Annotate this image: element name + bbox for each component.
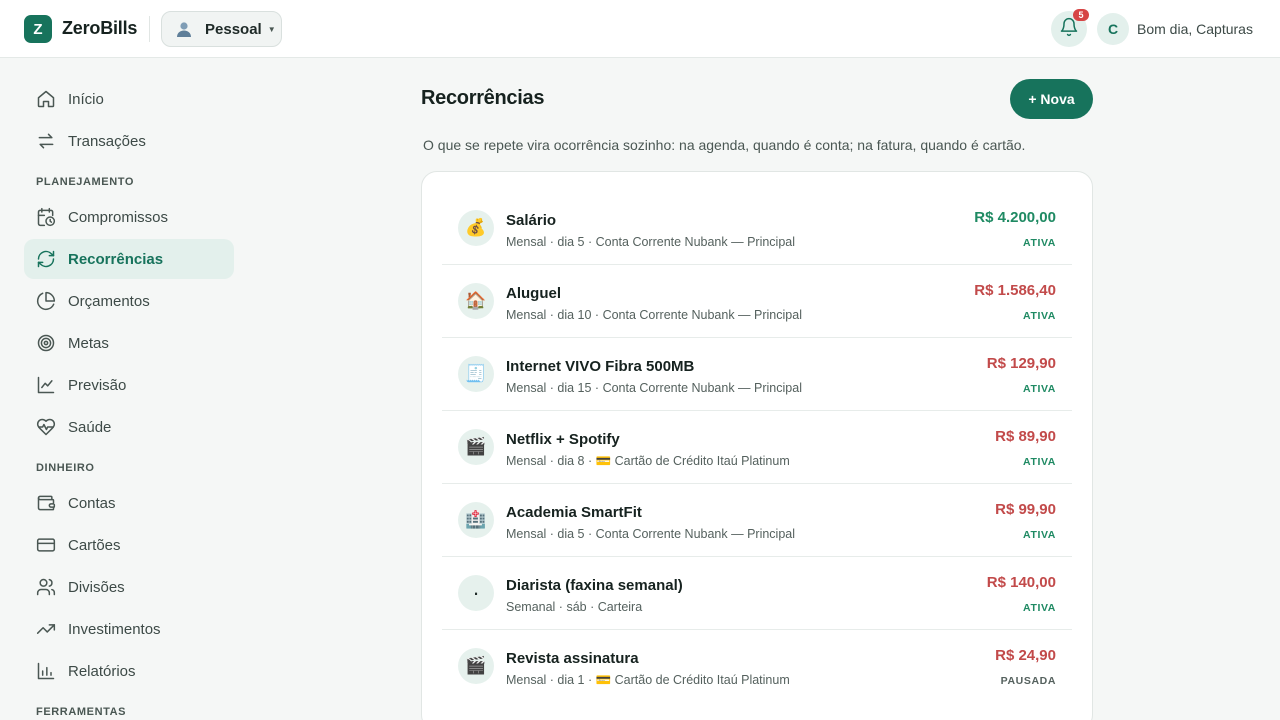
recurrence-name: Academia SmartFit xyxy=(506,504,642,521)
sidebar-item-label: Recorrências xyxy=(68,250,164,268)
sidebar-item-recorrencias[interactable]: Recorrências xyxy=(24,239,234,279)
recurrence-status-badge: ATIVA xyxy=(1023,310,1056,322)
refresh-icon xyxy=(36,249,56,269)
sidebar-item-label: Início xyxy=(68,90,104,108)
sidebar-item-label: Contas xyxy=(68,494,116,512)
new-recurrence-button[interactable]: + Nova xyxy=(1010,79,1093,119)
dot-icon: · xyxy=(458,575,494,611)
sidebar-item-divisoes[interactable]: Divisões xyxy=(24,567,234,607)
recurrence-name: Internet VIVO Fibra 500MB xyxy=(506,358,695,375)
chevron-down-icon: ▼ xyxy=(267,24,276,34)
sidebar-item-cartoes[interactable]: Cartões xyxy=(24,525,234,565)
recurrence-name: Netflix + Spotify xyxy=(506,431,620,448)
sidebar-section-planejamento: PLANEJAMENTO xyxy=(36,176,135,188)
heart-pulse-icon xyxy=(36,417,56,437)
profile-selector[interactable]: Pessoal ▼ xyxy=(161,11,282,47)
trending-up-icon xyxy=(36,619,56,639)
recurrence-amount: R$ 24,90 xyxy=(995,647,1056,664)
sidebar-item-compromissos[interactable]: Compromissos xyxy=(24,197,234,237)
bar-chart-icon xyxy=(36,661,56,681)
recurrence-row[interactable]: 🏥 Academia SmartFit Mensal · dia 5 · Con… xyxy=(442,484,1072,557)
sidebar-item-label: Saúde xyxy=(68,418,112,436)
sidebar-item-metas[interactable]: Metas xyxy=(24,323,234,363)
recurrence-details: Semanal · sáb · Carteira xyxy=(506,600,643,614)
recurrence-status-badge: ATIVA xyxy=(1023,602,1056,614)
sidebar-item-relatorios[interactable]: Relatórios xyxy=(24,651,234,691)
recurrence-details: Mensal · dia 15 · Conta Corrente Nubank … xyxy=(506,381,802,395)
home-icon xyxy=(36,89,56,109)
recurrence-row[interactable]: 🧾 Internet VIVO Fibra 500MB Mensal · dia… xyxy=(442,338,1072,411)
sidebar-section-dinheiro: DINHEIRO xyxy=(36,462,95,474)
recurrence-row[interactable]: 💰 Salário Mensal · dia 5 · Conta Corrent… xyxy=(442,192,1072,265)
recurrence-row[interactable]: 🎬 Revista assinatura Mensal · dia 1 · 💳 … xyxy=(442,630,1072,703)
logo-mark[interactable]: Z xyxy=(24,15,52,43)
recurrence-name: Revista assinatura xyxy=(506,650,639,667)
hospital-icon: 🏥 xyxy=(458,502,494,538)
profile-name: Pessoal xyxy=(205,20,262,38)
recurrence-amount: R$ 4.200,00 xyxy=(974,209,1056,226)
sidebar-item-orcamentos[interactable]: Orçamentos xyxy=(24,281,234,321)
page-title: Recorrências xyxy=(421,87,545,109)
sidebar-item-label: Investimentos xyxy=(68,620,161,638)
recurrence-row[interactable]: 🏠 Aluguel Mensal · dia 10 · Conta Corren… xyxy=(442,265,1072,338)
sidebar-item-label: Cartões xyxy=(68,536,121,554)
line-chart-icon xyxy=(36,375,56,395)
sidebar-item-inicio[interactable]: Início xyxy=(24,79,234,119)
header-divider xyxy=(149,16,150,42)
recurrence-name: Aluguel xyxy=(506,285,561,302)
recurrence-details: Mensal · dia 10 · Conta Corrente Nubank … xyxy=(506,308,802,322)
sidebar-item-label: Metas xyxy=(68,334,109,352)
greeting-text: Bom dia, Capturas xyxy=(1137,21,1253,37)
recurrence-status-badge: PAUSADA xyxy=(1000,675,1056,687)
user-avatar[interactable]: C xyxy=(1097,13,1129,45)
recurrence-status-badge: ATIVA xyxy=(1023,237,1056,249)
sidebar-item-contas[interactable]: Contas xyxy=(24,483,234,523)
recurrence-row[interactable]: 🎬 Netflix + Spotify Mensal · dia 8 · 💳 C… xyxy=(442,411,1072,484)
recurrence-status-badge: ATIVA xyxy=(1023,456,1056,468)
sidebar-item-transacoes[interactable]: Transações xyxy=(24,121,234,161)
calendar-clock-icon xyxy=(36,207,56,227)
house-icon: 🏠 xyxy=(458,283,494,319)
person-avatar-icon xyxy=(174,19,194,39)
sidebar-item-previsao[interactable]: Previsão xyxy=(24,365,234,405)
recurrence-details: Mensal · dia 5 · Conta Corrente Nubank —… xyxy=(506,235,796,249)
clapperboard-icon: 🎬 xyxy=(458,648,494,684)
recurrence-status-badge: ATIVA xyxy=(1023,529,1056,541)
recurrence-details: Mensal · dia 8 · 💳 Cartão de Crédito Ita… xyxy=(506,454,790,468)
sidebar-item-label: Relatórios xyxy=(68,662,136,680)
sidebar-item-saude[interactable]: Saúde xyxy=(24,407,234,447)
recurrence-amount: R$ 99,90 xyxy=(995,501,1056,518)
sidebar-section-ferramentas: FERRAMENTAS xyxy=(36,706,127,718)
recurrence-amount: R$ 89,90 xyxy=(995,428,1056,445)
swap-arrows-icon xyxy=(36,131,56,151)
recurrence-name: Salário xyxy=(506,212,557,229)
recurrence-status-badge: ATIVA xyxy=(1023,383,1056,395)
money-bag-icon: 💰 xyxy=(458,210,494,246)
receipt-icon: 🧾 xyxy=(458,356,494,392)
recurrence-details: Mensal · dia 5 · Conta Corrente Nubank —… xyxy=(506,527,796,541)
sidebar-item-label: Transações xyxy=(68,132,146,150)
wallet-icon xyxy=(36,493,56,513)
sidebar-item-investimentos[interactable]: Investimentos xyxy=(24,609,234,649)
credit-card-icon xyxy=(36,535,56,555)
sidebar-item-label: Compromissos xyxy=(68,208,169,226)
sidebar-item-label: Divisões xyxy=(68,578,125,596)
users-icon xyxy=(36,577,56,597)
pie-chart-icon xyxy=(36,291,56,311)
app-name[interactable]: ZeroBills xyxy=(62,18,137,39)
page-subtitle: O que se repete vira ocorrência sozinho:… xyxy=(423,137,1026,153)
recurrence-name: Diarista (faxina semanal) xyxy=(506,577,683,594)
recurrence-amount: R$ 129,90 xyxy=(986,355,1056,372)
recurrence-amount: R$ 140,00 xyxy=(986,574,1056,591)
top-bar: Z ZeroBills Pessoal ▼ 5 C Bom dia, Captu… xyxy=(0,0,1280,58)
sidebar-item-label: Previsão xyxy=(68,376,127,394)
recurrence-amount: R$ 1.586,40 xyxy=(974,282,1056,299)
recurrence-row[interactable]: · Diarista (faxina semanal) Semanal · sá… xyxy=(442,557,1072,630)
clapperboard-icon: 🎬 xyxy=(458,429,494,465)
recurrence-details: Mensal · dia 1 · 💳 Cartão de Crédito Ita… xyxy=(506,673,790,687)
sidebar-item-label: Orçamentos xyxy=(68,292,150,310)
notification-count-badge: 5 xyxy=(1073,9,1089,21)
target-icon xyxy=(36,333,56,353)
